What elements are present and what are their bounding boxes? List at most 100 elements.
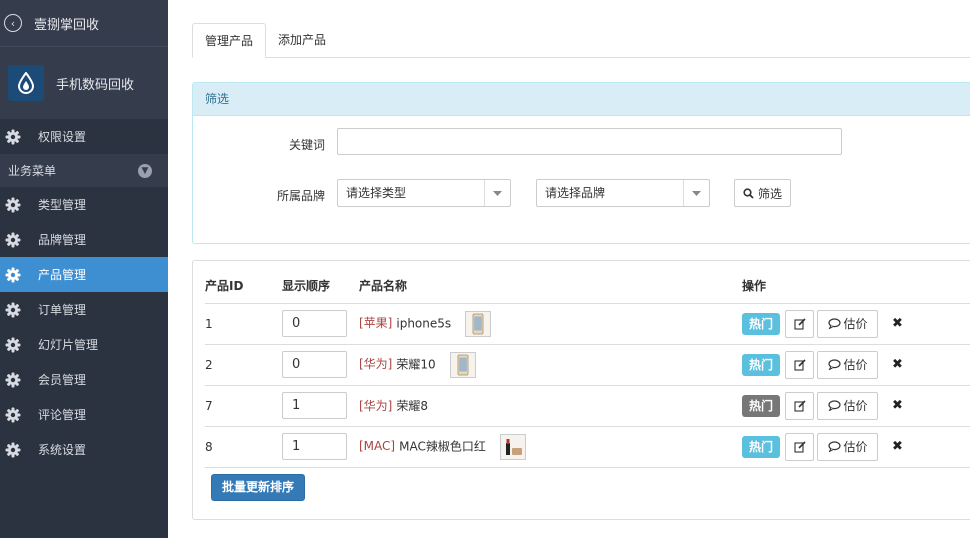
sidebar-item-7[interactable]: 系统设置: [0, 432, 168, 467]
product-thumbnail[interactable]: [449, 351, 476, 378]
evaluate-button[interactable]: 估价: [817, 309, 879, 338]
brand-select-value: 请选择品牌: [545, 186, 606, 200]
edit-button[interactable]: [785, 391, 815, 420]
sidebar-item-5[interactable]: 会员管理: [0, 362, 168, 397]
order-input[interactable]: 1: [282, 392, 347, 419]
cell-actions: 热门 估价 ✖: [742, 426, 970, 468]
cell-name: [苹果] iphone5s: [359, 303, 742, 345]
evaluate-button[interactable]: 估价: [817, 432, 879, 461]
section-label: 业务菜单: [8, 164, 57, 178]
hot-toggle-badge[interactable]: 热门: [742, 435, 781, 458]
evaluate-button-label: 估价: [843, 317, 868, 331]
product-name: iphone5s: [396, 316, 452, 330]
sidebar-item-label: 类型管理: [38, 198, 87, 212]
brand-select[interactable]: 请选择品牌: [536, 179, 710, 207]
cell-order: 1: [282, 385, 359, 427]
close-icon[interactable]: ✖: [892, 439, 903, 454]
hot-toggle-badge[interactable]: 热门: [742, 312, 781, 335]
edit-button[interactable]: [785, 309, 815, 338]
sidebar-item-label: 幻灯片管理: [38, 338, 99, 352]
order-input[interactable]: 1: [282, 433, 347, 460]
order-input[interactable]: 0: [282, 351, 347, 378]
sidebar-header[interactable]: ‹ 壹捌掌回收: [0, 0, 168, 47]
gear-icon: [4, 128, 22, 146]
cell-order: 0: [282, 303, 359, 345]
cell-name: [华为] 荣耀8: [359, 385, 742, 427]
edit-button[interactable]: [785, 432, 815, 461]
caret-down-icon: [683, 180, 709, 206]
cell-id: 2: [205, 344, 282, 386]
cell-actions: 热门 估价 ✖: [742, 303, 970, 345]
evaluate-button[interactable]: 估价: [817, 391, 879, 420]
sidebar-item-label: 品牌管理: [38, 233, 87, 247]
gear-icon: [4, 266, 22, 284]
main-content: 管理产品 添加产品 筛选 关键词 所属品牌 请选择类型 请选择品牌 筛选 产品I…: [168, 0, 970, 538]
sidebar-section-business[interactable]: 业务菜单 ▼: [0, 154, 168, 187]
filter-panel: 筛选 关键词 所属品牌 请选择类型 请选择品牌 筛选: [192, 82, 970, 244]
evaluate-button-label: 估价: [843, 399, 868, 413]
tab-add-product[interactable]: 添加产品: [266, 23, 338, 58]
gear-icon: [4, 441, 22, 459]
evaluate-button-label: 估价: [843, 358, 868, 372]
product-thumbnail[interactable]: [465, 310, 492, 337]
sidebar-item-2[interactable]: 产品管理: [0, 257, 168, 292]
gear-icon: [4, 371, 22, 389]
app-title: 壹捌掌回收: [34, 17, 100, 33]
table-row: 8 1 [MAC] MAC辣椒色口红 热门 估价 ✖: [205, 426, 970, 468]
cell-id: 8: [205, 426, 282, 468]
sidebar-item-label: 系统设置: [38, 443, 87, 457]
gear-icon: [4, 406, 22, 424]
col-header-actions: 操作: [742, 269, 970, 304]
chevron-down-icon[interactable]: ▼: [138, 163, 152, 178]
water-drop-icon: [8, 65, 44, 101]
brand-block: 手机数码回收: [0, 47, 168, 119]
type-select[interactable]: 请选择类型: [337, 179, 511, 207]
col-header-id: 产品ID: [205, 269, 282, 304]
comment-icon: [827, 359, 841, 370]
product-thumbnail[interactable]: [499, 433, 526, 460]
order-input[interactable]: 0: [282, 310, 347, 337]
comment-icon: [827, 318, 841, 329]
gear-icon: [4, 196, 22, 214]
cell-actions: 热门 估价 ✖: [742, 385, 970, 427]
product-name: MAC辣椒色口红: [399, 439, 486, 453]
circle-chevron-left-icon[interactable]: ‹: [4, 14, 22, 32]
sidebar-item-6[interactable]: 评论管理: [0, 397, 168, 432]
evaluate-button[interactable]: 估价: [817, 350, 879, 379]
close-icon[interactable]: ✖: [892, 398, 903, 413]
batch-update-order-button[interactable]: 批量更新排序: [211, 474, 306, 501]
sidebar-item-1[interactable]: 品牌管理: [0, 222, 168, 257]
sidebar-item-label: 会员管理: [38, 373, 87, 387]
sidebar-item-0[interactable]: 类型管理: [0, 187, 168, 222]
col-header-order: 显示顺序: [282, 269, 359, 304]
hot-toggle-badge[interactable]: 热门: [742, 394, 781, 417]
sidebar-item-label: 订单管理: [38, 303, 87, 317]
close-icon[interactable]: ✖: [892, 357, 903, 372]
product-name: 荣耀8: [396, 399, 429, 413]
hot-toggle-badge[interactable]: 热门: [742, 353, 781, 376]
comment-icon: [827, 441, 841, 452]
filter-button[interactable]: 筛选: [734, 179, 792, 207]
filter-panel-title: 筛选: [193, 83, 970, 116]
close-icon[interactable]: ✖: [892, 316, 903, 331]
sidebar-item-permissions[interactable]: 权限设置: [0, 119, 168, 154]
cell-name: [MAC] MAC辣椒色口红: [359, 426, 742, 468]
brand-tag: [华为]: [359, 399, 393, 413]
brand-tag: [MAC]: [359, 439, 396, 453]
sidebar-item-label: 权限设置: [38, 130, 87, 144]
keyword-input[interactable]: [337, 128, 842, 155]
tab-manage-products[interactable]: 管理产品: [192, 23, 267, 58]
edit-button[interactable]: [785, 350, 815, 379]
brand-name: 手机数码回收: [56, 77, 135, 93]
evaluate-button-label: 估价: [843, 440, 868, 454]
cell-id: 1: [205, 303, 282, 345]
sidebar-item-label: 评论管理: [38, 408, 87, 422]
sidebar-item-4[interactable]: 幻灯片管理: [0, 327, 168, 362]
gear-icon: [4, 336, 22, 354]
sidebar-item-3[interactable]: 订单管理: [0, 292, 168, 327]
type-select-value: 请选择类型: [346, 186, 407, 200]
search-icon: [743, 187, 754, 199]
brand-tag: [华为]: [359, 357, 393, 371]
product-table-panel: 产品ID 显示顺序 产品名称 操作 1 0 [苹果] iphone5s 热门 估价 ✖ 2 0[…: [192, 260, 970, 520]
edit-icon: [793, 358, 806, 371]
